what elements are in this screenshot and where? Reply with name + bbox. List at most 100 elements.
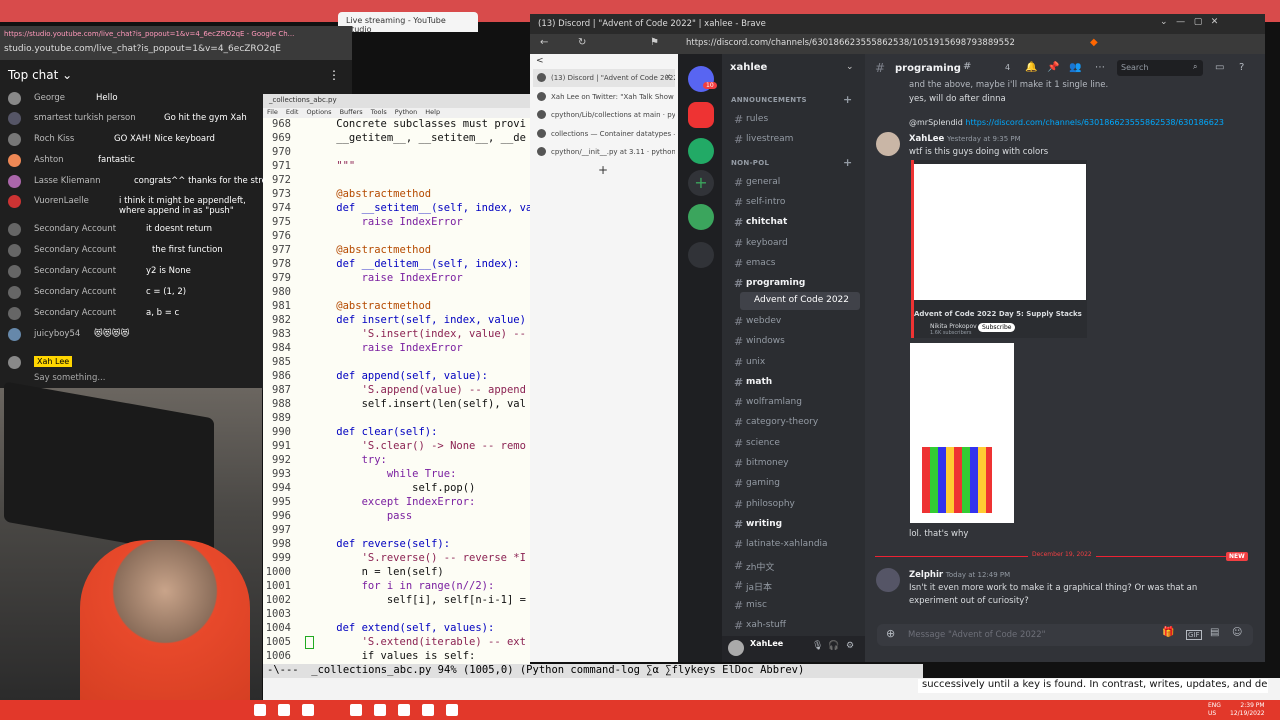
channel-zh中文[interactable]: # zh中文 bbox=[732, 557, 860, 575]
avatar[interactable] bbox=[8, 328, 21, 341]
channel-chitchat[interactable]: # chitchat bbox=[732, 214, 860, 232]
channel-programing[interactable]: # programing bbox=[732, 275, 860, 293]
channel-livestream[interactable]: # livestream bbox=[732, 131, 860, 149]
inbox-icon[interactable]: ▭ bbox=[1215, 62, 1224, 73]
channel-latinate-xahlandia[interactable]: # latinate-xahlandia bbox=[732, 536, 860, 554]
channel-webdev[interactable]: # webdev bbox=[732, 313, 860, 331]
sticker-icon[interactable]: ▤ bbox=[1210, 627, 1219, 638]
channel-unix[interactable]: # unix bbox=[732, 354, 860, 372]
explore-servers-icon[interactable] bbox=[688, 204, 714, 230]
vertical-tab[interactable]: collections — Container datatypes —... bbox=[533, 125, 675, 143]
start-icon[interactable] bbox=[254, 704, 266, 716]
edge-icon[interactable] bbox=[278, 704, 290, 716]
chat-author[interactable]: juicyboy54 bbox=[34, 329, 80, 339]
avatar[interactable] bbox=[8, 244, 21, 257]
avatar[interactable] bbox=[8, 92, 21, 105]
avatar[interactable] bbox=[876, 568, 900, 592]
tab-youtube-studio[interactable]: Live streaming - YouTube Studio bbox=[338, 12, 478, 34]
avatar[interactable] bbox=[8, 175, 21, 188]
avatar[interactable] bbox=[728, 640, 744, 656]
channel-general[interactable]: # general bbox=[732, 174, 860, 192]
menu-edit[interactable]: Edit bbox=[286, 108, 299, 116]
channel-bitmoney[interactable]: # bitmoney bbox=[732, 455, 860, 473]
chat-filter-dropdown[interactable]: Top chat ⌄ ⋮ bbox=[0, 64, 352, 86]
gear-icon[interactable]: ⚙ bbox=[846, 641, 854, 651]
menu-file[interactable]: File bbox=[267, 108, 278, 116]
channel-category-theory[interactable]: # category-theory bbox=[732, 414, 860, 432]
embed-title[interactable]: Advent of Code 2022 Day 5: Supply Stacks bbox=[914, 310, 1082, 318]
menu-help[interactable]: Help bbox=[425, 108, 440, 116]
avatar[interactable] bbox=[8, 265, 21, 278]
channel-philosophy[interactable]: # philosophy bbox=[732, 496, 860, 514]
author-name[interactable]: Zelphir bbox=[909, 570, 943, 580]
menu-buffers[interactable]: Buffers bbox=[340, 108, 363, 116]
thread-advent-of-code[interactable]: Advent of Code 2022 bbox=[740, 292, 860, 311]
vertical-tab[interactable]: Xah Lee on Twitter: "Xah Talk Show To... bbox=[533, 88, 675, 106]
pin-icon[interactable]: 📌 bbox=[1047, 62, 1059, 73]
chat-author[interactable]: Secondary Account bbox=[34, 245, 116, 255]
avatar[interactable] bbox=[8, 112, 21, 125]
emoji-icon[interactable]: ☺ bbox=[1232, 627, 1242, 638]
add-attachment-icon[interactable]: ⊕ bbox=[886, 627, 895, 640]
brave-icon[interactable] bbox=[398, 704, 410, 716]
chat-author[interactable]: Secondary Account bbox=[34, 287, 116, 297]
avatar[interactable] bbox=[8, 307, 21, 320]
add-server-icon[interactable]: + bbox=[688, 170, 714, 196]
channel-emacs[interactable]: # emacs bbox=[732, 255, 860, 273]
vertical-tab[interactable]: cpython/Lib/collections at main · pyth..… bbox=[533, 106, 675, 124]
avatar[interactable] bbox=[8, 286, 21, 299]
emacs-icon[interactable] bbox=[422, 704, 434, 716]
window-controls[interactable]: ⌄ — ▢ ✕ bbox=[1160, 17, 1218, 27]
message-input[interactable]: Message "Advent of Code 2022" bbox=[908, 630, 1046, 640]
channel-rules[interactable]: # rules bbox=[732, 111, 860, 129]
chrome-icon[interactable] bbox=[374, 704, 386, 716]
reload-icon[interactable]: ↻ bbox=[578, 37, 586, 48]
category-header[interactable]: ANNOUNCEMENTS + bbox=[731, 93, 852, 106]
channel-misc[interactable]: # misc bbox=[732, 597, 860, 615]
server-xahlee-icon[interactable] bbox=[688, 102, 714, 128]
clock[interactable]: 2:39 PM 12/19/2022 bbox=[1230, 702, 1265, 718]
more-icon[interactable]: ⋯ bbox=[1095, 62, 1105, 73]
mute-icon[interactable]: 🎙 bbox=[812, 641, 823, 651]
app-icon[interactable] bbox=[302, 704, 314, 716]
avatar[interactable] bbox=[8, 223, 21, 236]
chat-author[interactable]: smartest turkish person bbox=[34, 113, 136, 123]
language-indicator[interactable]: ENG US bbox=[1208, 702, 1221, 718]
gift-icon[interactable]: 🎁 bbox=[1162, 627, 1174, 638]
new-tab-icon[interactable]: + bbox=[598, 163, 608, 177]
reply-link[interactable]: https://discord.com/channels/63018662355… bbox=[965, 118, 1224, 127]
avatar[interactable] bbox=[876, 132, 900, 156]
gif-icon[interactable]: GIF bbox=[1186, 630, 1202, 640]
vertical-tab[interactable]: cpython/__init__.py at 3.11 · python/cp.… bbox=[533, 143, 675, 161]
channel-ja日本[interactable]: # ja日本 bbox=[732, 577, 860, 595]
help-icon[interactable]: ? bbox=[1239, 62, 1244, 73]
collapse-tabs-icon[interactable]: < bbox=[536, 56, 544, 66]
reply-reference[interactable]: @mrSplendid https://discord.com/channels… bbox=[909, 118, 1224, 127]
server-name[interactable]: xahlee bbox=[730, 62, 860, 73]
channel-science[interactable]: # science bbox=[732, 435, 860, 453]
menu-options[interactable]: Options bbox=[306, 108, 331, 116]
channel-windows[interactable]: # windows bbox=[732, 333, 860, 351]
explorer-icon[interactable] bbox=[350, 704, 362, 716]
chat-author[interactable]: Roch Kiss bbox=[34, 134, 74, 144]
attached-image[interactable] bbox=[910, 343, 1014, 523]
chat-author[interactable]: Secondary Account bbox=[34, 308, 116, 318]
bell-icon[interactable]: 🔔 bbox=[1025, 62, 1037, 73]
subscribe-button[interactable]: Subscribe bbox=[978, 323, 1016, 332]
channel-writing[interactable]: # writing bbox=[732, 516, 860, 534]
chat-author[interactable]: George bbox=[34, 93, 65, 103]
close-tab-icon[interactable]: ✕ bbox=[665, 73, 671, 81]
category-header[interactable]: NON-POL + bbox=[731, 156, 852, 169]
back-icon[interactable]: ← bbox=[540, 37, 548, 48]
add-channel-icon[interactable]: + bbox=[843, 93, 853, 106]
channel-math[interactable]: # math bbox=[732, 374, 860, 392]
add-channel-icon[interactable]: + bbox=[843, 156, 853, 169]
channel-gaming[interactable]: # gaming bbox=[732, 475, 860, 493]
server-icon[interactable] bbox=[688, 138, 714, 164]
author-name[interactable]: XahLee bbox=[909, 134, 944, 144]
menu-python[interactable]: Python bbox=[395, 108, 418, 116]
url-text[interactable]: https://discord.com/channels/63018662355… bbox=[686, 38, 1015, 48]
chevron-down-icon[interactable]: ⌄ bbox=[846, 62, 854, 72]
video-thumbnail[interactable] bbox=[914, 164, 1086, 300]
channel-keyboard[interactable]: # keyboard bbox=[732, 235, 860, 253]
